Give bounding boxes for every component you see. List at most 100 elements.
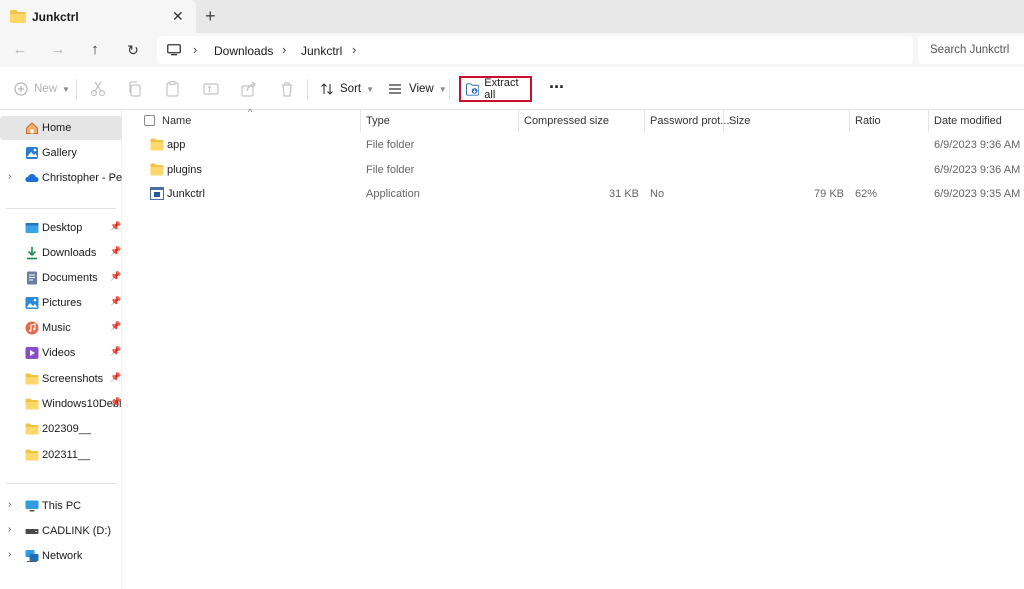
folder-icon <box>25 373 39 385</box>
chevron-right-icon[interactable]: › <box>8 524 11 535</box>
chevron-down-icon: ▼ <box>366 84 375 94</box>
extract-all-button[interactable]: Extract all <box>459 76 532 102</box>
column-header-ratio[interactable]: Ratio <box>855 115 881 127</box>
pin-icon: 📌 <box>110 321 122 331</box>
sidebar-item-downloads[interactable]: Downloads 📌 <box>0 241 122 265</box>
sidebar-item-label: CADLINK (D:) <box>42 525 112 537</box>
chevron-right-icon[interactable]: › <box>8 171 11 182</box>
pin-icon: 📌 <box>110 246 122 256</box>
sidebar-item-label: Network <box>42 550 83 562</box>
sidebar-item-label: Desktop <box>42 222 83 234</box>
chevron-down-icon: ▼ <box>438 84 447 94</box>
column-header-type[interactable]: Type <box>366 115 390 127</box>
title-bar: Junkctrl ✕ + <box>0 0 1024 33</box>
sidebar-item-label: Christopher - Perso <box>42 172 122 184</box>
sidebar-item-desktop[interactable]: Desktop 📌 <box>0 216 122 240</box>
documents-icon <box>27 271 37 285</box>
address-bar: ← → ↑ ↻ › Downloads › Junkctrl › Search … <box>0 33 1024 67</box>
column-header-date-modified[interactable]: Date modified <box>934 115 1002 127</box>
folder-icon <box>150 138 164 151</box>
column-header-size[interactable]: Size <box>729 115 750 127</box>
paste-icon[interactable] <box>164 80 182 98</box>
sidebar-item-gallery[interactable]: Gallery <box>0 141 122 165</box>
view-list-icon <box>389 84 401 94</box>
chevron-right-icon[interactable]: › <box>8 549 11 560</box>
sidebar-item-home[interactable]: Home <box>0 116 122 140</box>
extract-icon <box>466 82 480 96</box>
sidebar-item-label: Home <box>42 122 72 134</box>
chevron-right-icon: › <box>352 42 357 57</box>
sidebar-item-202309[interactable]: 202309__ <box>0 417 122 441</box>
refresh-button[interactable]: ↻ <box>123 40 143 60</box>
sidebar-item-videos[interactable]: Videos 📌 <box>0 341 122 365</box>
search-placeholder: Search Junkctrl <box>930 44 1010 56</box>
table-row[interactable]: app File folder 6/9/2023 9:36 AM <box>123 133 1024 158</box>
chevron-right-icon[interactable]: › <box>8 499 11 510</box>
column-header-compressed-size[interactable]: Compressed size <box>524 115 609 127</box>
more-options-button[interactable]: ··· <box>549 77 565 98</box>
chevron-right-icon: › <box>282 42 287 57</box>
column-header-password-protected[interactable]: Password prot... <box>650 115 729 127</box>
copy-icon[interactable] <box>126 80 144 98</box>
new-tab-button[interactable]: + <box>205 6 216 26</box>
table-row[interactable]: Junkctrl Application 31 KB No 79 KB 62% … <box>123 182 1024 207</box>
table-row[interactable]: plugins File folder 6/9/2023 9:36 AM <box>123 158 1024 183</box>
pin-icon: 📌 <box>110 372 122 382</box>
sidebar-item-202311[interactable]: 202311__ <box>0 443 122 467</box>
rename-icon[interactable] <box>202 80 220 98</box>
sidebar-item-network[interactable]: › Network <box>0 544 122 568</box>
sidebar-item-cadlink-drive[interactable]: › CADLINK (D:) <box>0 519 122 543</box>
sidebar-item-music[interactable]: Music 📌 <box>0 316 122 340</box>
select-all-checkbox[interactable] <box>144 115 155 126</box>
sidebar-item-onedrive[interactable]: › Christopher - Perso <box>0 166 122 190</box>
delete-icon[interactable] <box>278 80 296 98</box>
back-button[interactable]: ← <box>10 40 30 60</box>
tab-junkctrl[interactable]: Junkctrl ✕ <box>0 0 196 33</box>
share-icon[interactable] <box>240 80 258 98</box>
file-type: Application <box>366 188 420 200</box>
sidebar-item-label: 202309__ <box>42 423 91 435</box>
chevron-down-icon: ▼ <box>62 84 70 94</box>
onedrive-icon <box>25 174 39 182</box>
sidebar-item-label: Screenshots <box>42 373 104 385</box>
breadcrumb-junkctrl[interactable]: Junkctrl <box>301 44 342 58</box>
sidebar-item-screenshots[interactable]: Screenshots 📌 <box>0 367 122 391</box>
sidebar-item-pictures[interactable]: Pictures 📌 <box>0 291 122 315</box>
file-size: 79 KB <box>814 188 844 200</box>
breadcrumb-downloads[interactable]: Downloads <box>214 44 273 58</box>
videos-icon <box>25 347 39 359</box>
new-button[interactable]: New ▼ <box>14 78 70 100</box>
address-field[interactable]: › Downloads › Junkctrl › <box>157 36 913 64</box>
home-icon <box>26 122 38 134</box>
sidebar-item-this-pc[interactable]: › This PC <box>0 494 122 518</box>
file-name: Junkctrl <box>167 188 205 200</box>
sidebar-item-windows10debl[interactable]: Windows10Debl 📌 <box>0 392 122 416</box>
navigation-pane: Home Gallery › Christopher - Perso Deskt… <box>0 110 122 589</box>
close-tab-button[interactable]: ✕ <box>172 8 184 24</box>
file-name: app <box>167 139 186 151</box>
extract-all-label: Extract all <box>484 77 519 101</box>
search-input[interactable]: Search Junkctrl <box>918 36 1024 64</box>
folder-icon <box>25 398 39 410</box>
pin-icon: 📌 <box>110 346 122 356</box>
sort-icon <box>321 83 333 95</box>
sort-label: Sort <box>340 83 362 95</box>
sidebar-item-documents[interactable]: Documents 📌 <box>0 266 122 290</box>
up-button[interactable]: ↑ <box>85 40 105 60</box>
desktop-icon <box>25 223 39 233</box>
chevron-right-icon: › <box>193 42 198 57</box>
folder-icon <box>25 449 39 461</box>
folder-icon <box>25 423 39 435</box>
forward-button[interactable]: → <box>48 40 68 60</box>
file-name: plugins <box>167 164 202 176</box>
sort-button[interactable]: Sort ▼ <box>320 78 374 100</box>
cut-icon[interactable] <box>89 80 107 98</box>
sidebar-item-label: Downloads <box>42 247 97 259</box>
file-date: 6/9/2023 9:36 AM <box>934 164 1021 176</box>
drive-icon <box>25 529 39 534</box>
view-button[interactable]: View ▼ <box>388 78 447 100</box>
view-label: View <box>409 83 434 95</box>
column-header-name[interactable]: Name <box>162 115 191 127</box>
pictures-icon <box>25 297 39 309</box>
pin-icon: 📌 <box>110 221 122 231</box>
